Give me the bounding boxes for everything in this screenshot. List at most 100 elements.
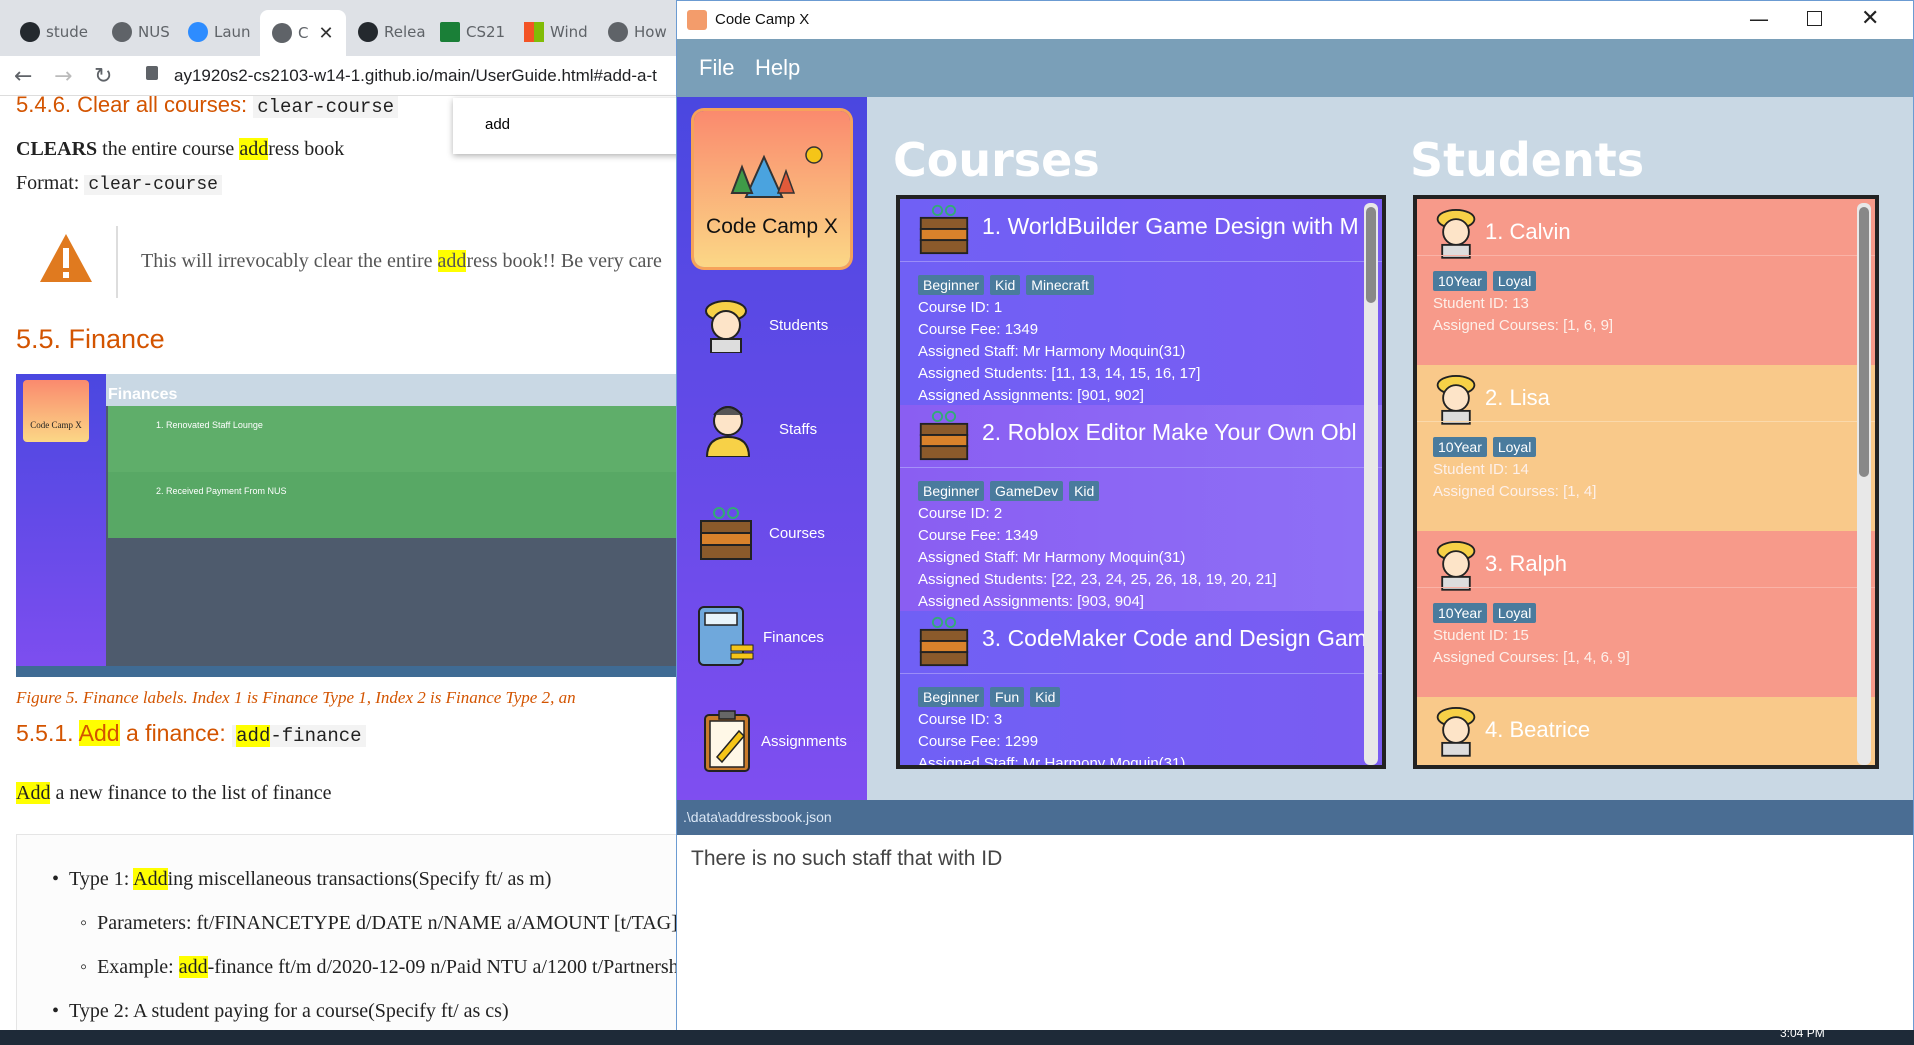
course-assignments: Assigned Assignments: [903, 904] [918, 593, 1144, 610]
students-list[interactable]: 1. Calvin 10Year Loyal Student ID: 13 Ass… [1413, 195, 1879, 769]
figure-logo: Code Camp X [23, 380, 89, 442]
url-field[interactable]: ay1920s2-cs2103-w14-1.github.io/main/Use… [174, 66, 676, 92]
student-id: Student ID: 14 [1433, 461, 1529, 478]
course-title: 2. Roblox Editor Make Your Own Obl [982, 419, 1357, 445]
course-fee: Course Fee: 1349 [918, 321, 1039, 338]
browser-tab[interactable]: Laun [176, 15, 260, 49]
browser-tab[interactable]: NUS [100, 15, 176, 49]
sidebar-item-finances[interactable]: Finances [687, 597, 857, 677]
course-card[interactable]: 3. CodeMaker Code and Design Gam Beginne… [900, 611, 1382, 765]
student-title: 1. Calvin [1485, 219, 1571, 244]
heading-add-finance: 5.5.1. Add a finance: add-finance [16, 720, 366, 747]
students-heading: Students [1410, 133, 1645, 187]
minimize-icon[interactable]: — [1749, 7, 1769, 31]
code-camp-x-window: Code Camp X — ✕ File Help Code Camp X St… [676, 0, 1914, 1031]
course-fee: Course Fee: 1299 [918, 733, 1039, 750]
maximize-icon[interactable] [1807, 11, 1822, 26]
course-tags: Beginner GameDev Kid [918, 481, 1105, 501]
clears-paragraph: CLEARS the entire course address book [16, 138, 345, 160]
student-courses: Assigned Courses: [1, 4, 6, 9] [1433, 649, 1630, 666]
student-tags: 10Year Loyal [1433, 271, 1542, 291]
sidebar-item-courses[interactable]: Courses [687, 493, 857, 573]
close-icon[interactable]: ✕ [318, 23, 333, 44]
type2-item: • Type 2: A student paying for a course(… [52, 1000, 509, 1022]
document-content: 5.4.6. Clear all courses: clear-course C… [0, 92, 676, 1030]
back-icon[interactable]: ← [14, 64, 32, 89]
course-assignments: Assigned Assignments: [901, 902] [918, 387, 1144, 404]
sidebar-item-assignments[interactable]: Assignments [687, 701, 857, 781]
student-title: 4. Beatrice [1485, 717, 1591, 742]
browser-tab-active[interactable]: C ✕ [260, 10, 346, 56]
browser-tab[interactable]: How [596, 15, 676, 49]
figure-title: Finances [108, 386, 178, 403]
figure-caption: Figure 5. Finance labels. Index 1 is Fin… [16, 688, 576, 707]
student-card[interactable]: 3. Ralph 10Year Loyal Student ID: 15 Assi… [1417, 531, 1875, 697]
browser-tab[interactable]: Wind [512, 15, 596, 49]
browser-tab[interactable]: CS21 [428, 15, 512, 49]
globe-icon [608, 22, 628, 42]
student-courses: Assigned Courses: [1, 6, 9] [1433, 317, 1614, 334]
course-students: Assigned Students: [22, 23, 24, 25, 26, … [918, 571, 1277, 588]
course-id: Course ID: 1 [918, 299, 1003, 316]
graduation-icon [440, 22, 460, 42]
student-card[interactable]: 1. Calvin 10Year Loyal Student ID: 13 Ass… [1417, 199, 1875, 365]
sidebar-item-staffs[interactable]: Staffs [687, 389, 857, 469]
menu-file[interactable]: File [699, 55, 734, 81]
reload-icon[interactable]: ↻ [94, 64, 112, 89]
course-staff: Assigned Staff: Mr Harmony Moquin(31) [918, 343, 1186, 360]
warning-text: This will irrevocably clear the entire a… [141, 250, 662, 272]
browser-window: stude NUS Laun C ✕ Relea CS21 Wind How ← … [0, 0, 676, 1030]
heading-clear-courses: 5.4.6. Clear all courses: clear-course [16, 92, 399, 118]
app-icon [687, 10, 707, 30]
student-id: Student ID: 15 [1433, 627, 1529, 644]
clipboard-icon [704, 710, 750, 772]
scroll-thumb[interactable] [1859, 207, 1869, 477]
student-title: 2. Lisa [1485, 385, 1550, 410]
browser-tab[interactable]: Relea [346, 15, 428, 49]
sidebar-item-students[interactable]: Students [687, 285, 857, 365]
courses-list[interactable]: 1. WorldBuilder Game Design with M Begin… [896, 195, 1386, 769]
student-card[interactable]: 4. Beatrice [1417, 697, 1875, 765]
course-id: Course ID: 3 [918, 711, 1003, 728]
course-staff: Assigned Staff: Mr Harmony Moquin(31) [918, 549, 1186, 566]
courses-icon [919, 204, 969, 255]
course-title: 3. CodeMaker Code and Design Gam [982, 625, 1367, 651]
students-scrollbar[interactable] [1857, 203, 1871, 765]
format-line: Format: clear-course [16, 172, 222, 195]
globe-icon [272, 23, 292, 43]
courses-icon [919, 410, 969, 461]
courses-heading: Courses [893, 133, 1100, 187]
find-input[interactable]: add [485, 116, 510, 133]
course-card[interactable]: 1. WorldBuilder Game Design with M Begin… [900, 199, 1382, 405]
menu-help[interactable]: Help [755, 55, 800, 81]
forward-icon[interactable]: → [54, 64, 72, 89]
courses-icon [919, 616, 969, 667]
courses-icon [700, 507, 752, 560]
type1-item: • Type 1: Adding miscellaneous transacti… [52, 868, 552, 890]
windows-icon [524, 22, 544, 42]
browser-tab[interactable]: stude [8, 15, 100, 49]
student-icon [1436, 375, 1476, 425]
github-icon [20, 22, 40, 42]
find-in-page-box[interactable]: add [453, 98, 676, 154]
course-tags: Beginner Fun Kid [918, 687, 1066, 707]
figure-item-2: 2. Received Payment From NUS [156, 486, 287, 496]
scroll-thumb[interactable] [1366, 207, 1376, 303]
zoom-icon [188, 22, 208, 42]
lock-icon [146, 66, 158, 80]
globe-icon [112, 22, 132, 42]
close-window-icon[interactable]: ✕ [1861, 6, 1879, 31]
courses-scrollbar[interactable] [1364, 203, 1378, 765]
course-card[interactable]: 2. Roblox Editor Make Your Own Obl Begin… [900, 405, 1382, 611]
course-tags: Beginner Kid Minecraft [918, 275, 1100, 295]
student-tags: 10Year Loyal [1433, 437, 1542, 457]
app-logo: Code Camp X [694, 111, 850, 267]
window-title: Code Camp X [715, 11, 810, 28]
example-item: ◦ Example: add-finance ft/m d/2020-12-09… [80, 956, 676, 978]
menu-bar: File Help [677, 39, 1913, 97]
result-display[interactable]: There is no such staff that with ID [677, 835, 1913, 1031]
course-fee: Course Fee: 1349 [918, 527, 1039, 544]
add-paragraph: Add a new finance to the list of finance [16, 782, 332, 804]
student-card[interactable]: 2. Lisa 10Year Loyal Student ID: 14 Assig… [1417, 365, 1875, 531]
warning-icon [38, 232, 94, 284]
